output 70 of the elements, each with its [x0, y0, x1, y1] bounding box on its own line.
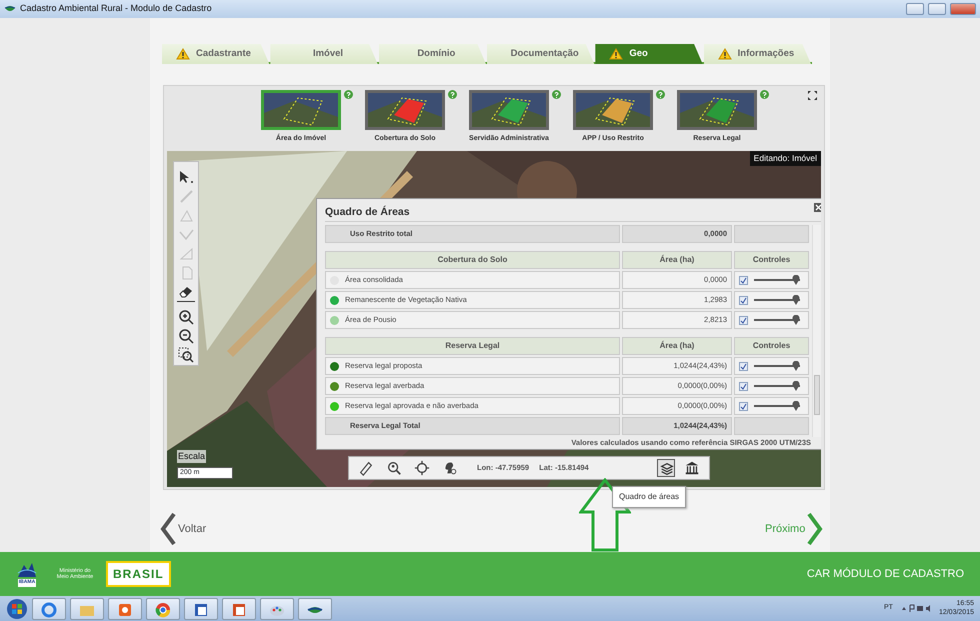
scale-label: Escala: [177, 450, 206, 463]
layers-icon[interactable]: [656, 459, 675, 477]
slider-thumb[interactable]: [792, 361, 800, 371]
step-tab[interactable]: Geo: [595, 44, 703, 64]
app-name: CAR MÓDULO DE CADASTRO: [806, 566, 964, 582]
opacity-slider[interactable]: [754, 381, 800, 391]
opacity-slider[interactable]: [754, 295, 800, 305]
help-icon[interactable]: [760, 90, 769, 99]
opacity-slider[interactable]: [754, 401, 800, 411]
column-header: Área (ha): [622, 251, 732, 269]
minimize-button[interactable]: [906, 3, 924, 15]
visibility-checkbox[interactable]: [739, 296, 748, 304]
tooltip: Quadro de áreas: [612, 486, 686, 508]
search-icon[interactable]: [385, 459, 403, 477]
help-icon[interactable]: [656, 90, 665, 99]
step-tab[interactable]: Imóvel: [270, 44, 378, 64]
crosshair-icon[interactable]: [413, 459, 431, 477]
document-icon[interactable]: [184, 598, 218, 620]
opacity-slider[interactable]: [754, 275, 800, 285]
visibility-checkbox[interactable]: [739, 382, 748, 390]
app-logo-icon: [4, 5, 16, 13]
step-tab[interactable]: Informações: [704, 44, 811, 64]
slider-thumb[interactable]: [792, 315, 800, 325]
close-icon[interactable]: [814, 203, 821, 212]
chrome-icon[interactable]: [146, 598, 180, 620]
step-tab[interactable]: Cadastrante: [162, 44, 270, 64]
help-icon[interactable]: [344, 90, 353, 99]
column-header: Área (ha): [622, 337, 732, 355]
help-icon[interactable]: [552, 90, 561, 99]
slider-thumb[interactable]: [792, 275, 800, 285]
next-button[interactable]: Próximo: [765, 512, 824, 546]
dialog-title: Quadro de Áreas: [325, 205, 410, 220]
window-title: Cadastro Ambiental Rural - Modulo de Cadastro: [20, 2, 212, 16]
scrollbar[interactable]: [812, 225, 821, 437]
opacity-slider[interactable]: [754, 361, 800, 371]
back-button[interactable]: Voltar: [160, 512, 206, 546]
ruler-icon[interactable]: [357, 459, 375, 477]
maximize-button[interactable]: [928, 3, 946, 15]
layer-thumbnail[interactable]: [677, 90, 757, 130]
visibility-checkbox[interactable]: [739, 276, 748, 284]
help-icon[interactable]: [448, 90, 457, 99]
opacity-slider[interactable]: [754, 315, 800, 325]
column-header: Controles: [734, 251, 809, 269]
visibility-checkbox[interactable]: [739, 316, 748, 324]
editing-label: Editando: Imóvel: [750, 151, 821, 166]
slider-thumb[interactable]: [792, 295, 800, 305]
slider-thumb[interactable]: [792, 401, 800, 411]
tray-icons-drawing[interactable]: [900, 604, 931, 613]
browser-icon[interactable]: [32, 598, 66, 620]
layer-thumbnail[interactable]: [261, 90, 341, 130]
fullscreen-icon[interactable]: [807, 90, 818, 101]
layer-thumbnail[interactable]: [573, 90, 653, 130]
step-tab[interactable]: Documentação: [486, 44, 594, 64]
start-button[interactable]: [6, 598, 28, 620]
slides-icon[interactable]: [222, 598, 256, 620]
visibility-checkbox[interactable]: [739, 362, 748, 370]
brasil-logo: BRASIL: [106, 561, 171, 587]
layer-thumbnail[interactable]: [469, 90, 549, 130]
step-tab[interactable]: Domínio: [378, 44, 486, 64]
leaf-logo-icon[interactable]: [298, 598, 332, 620]
column-header: Controles: [734, 337, 809, 355]
visibility-checkbox[interactable]: [739, 402, 748, 410]
chevron-left-icon: [160, 512, 176, 546]
media-icon[interactable]: [108, 598, 142, 620]
column-header: Cobertura do Solo: [325, 251, 620, 269]
slider-thumb[interactable]: [792, 381, 800, 391]
column-header: Reserva Legal: [325, 337, 620, 355]
ibama-logo-icon: [16, 561, 38, 580]
layer-thumbnail[interactable]: [365, 90, 445, 130]
chevron-right-icon: [807, 512, 824, 546]
